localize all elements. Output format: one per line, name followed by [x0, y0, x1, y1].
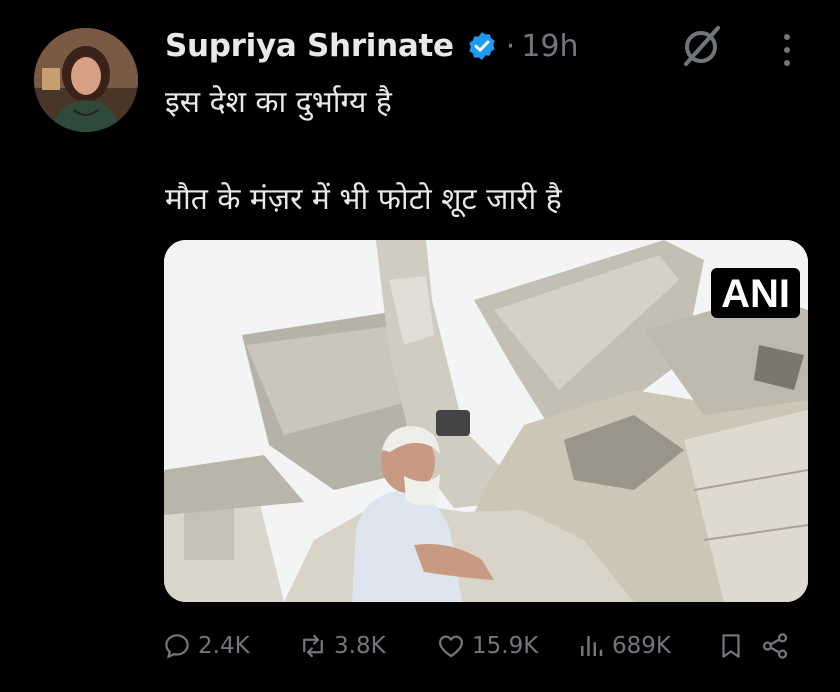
header-separator: ·: [505, 28, 516, 64]
like-count: 15.9K: [472, 633, 539, 659]
grok-icon[interactable]: [678, 24, 724, 70]
avatar[interactable]: [34, 28, 138, 132]
bookmark-button[interactable]: [716, 626, 752, 666]
reply-count: 2.4K: [198, 633, 250, 659]
tweet-actions: 2.4K 3.8K 15.9K 689K: [160, 626, 800, 666]
tweet-media[interactable]: ANI: [164, 240, 808, 602]
author-name[interactable]: Supriya Shrinate: [165, 28, 454, 64]
repost-icon: [303, 634, 323, 658]
tweet-text-line-2: मौत के मंज़र में भी फोटो शूट जारी है: [165, 182, 562, 217]
verified-badge-icon: [469, 32, 495, 60]
tweet-time[interactable]: 19h: [521, 29, 578, 64]
reply-icon: [165, 634, 189, 659]
views-icon: [581, 636, 603, 656]
share-icon: [762, 633, 788, 659]
views-button[interactable]: 689K: [576, 626, 671, 666]
more-icon[interactable]: [778, 30, 796, 70]
bookmark-icon: [722, 634, 740, 658]
repost-button[interactable]: 3.8K: [298, 626, 386, 666]
views-count: 689K: [612, 633, 671, 659]
reply-button[interactable]: 2.4K: [162, 626, 250, 666]
tweet[interactable]: Supriya Shrinate · 19h इस देश का दुर्भाग…: [0, 0, 840, 692]
like-button[interactable]: 15.9K: [436, 626, 538, 666]
ani-watermark: ANI: [711, 268, 800, 318]
tweet-text-line-1: इस देश का दुर्भाग्य है: [165, 85, 392, 120]
share-button[interactable]: [760, 626, 796, 666]
like-icon: [438, 635, 464, 658]
repost-count: 3.8K: [334, 633, 386, 659]
tweet-header: Supriya Shrinate · 19h: [165, 22, 579, 70]
